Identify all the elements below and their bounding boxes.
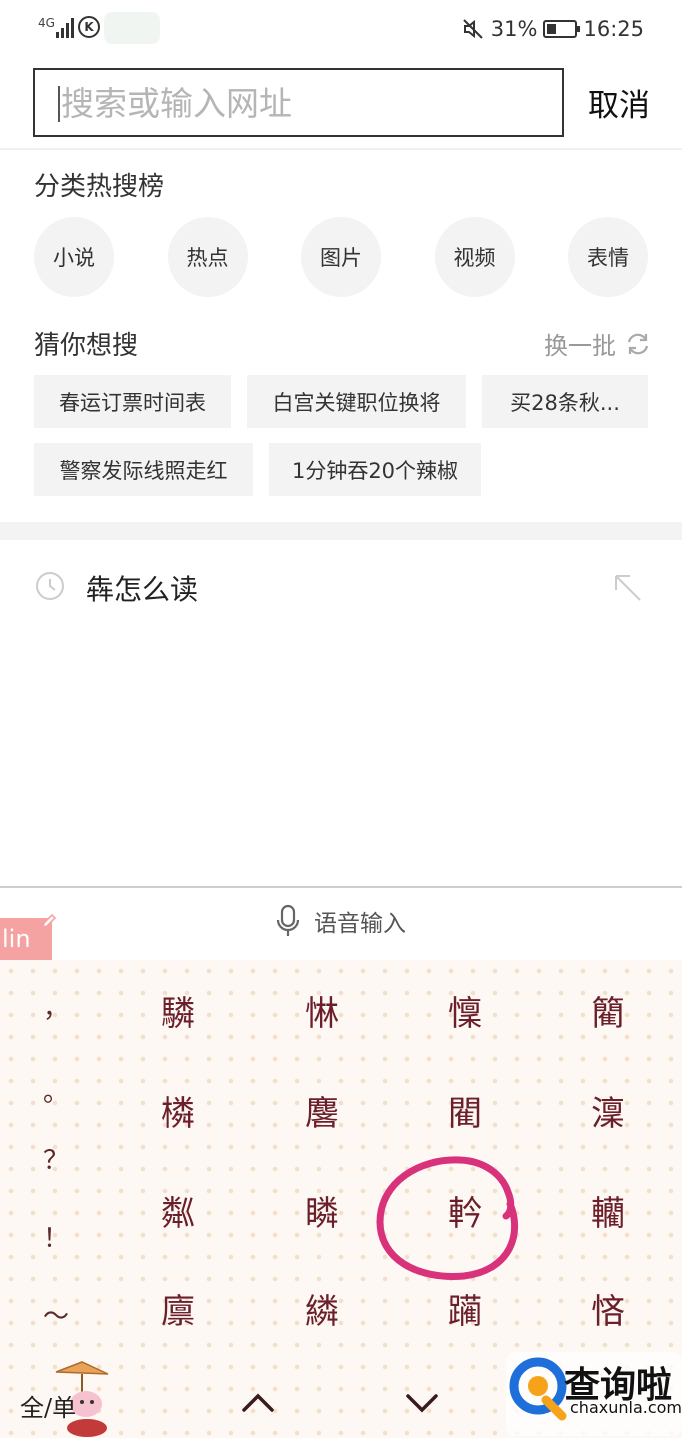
clock-icon xyxy=(36,572,64,600)
text-caret xyxy=(58,86,60,122)
refresh-label: 换一批 xyxy=(544,332,616,360)
suggestion-row-1: 春运订票时间表 白宫关键职位换将 买28条秋... xyxy=(34,375,648,428)
search-box[interactable] xyxy=(33,68,564,137)
chevron-up-icon[interactable] xyxy=(238,1388,278,1418)
watermark-url: chaxunla.com xyxy=(570,1398,682,1417)
status-right: 31% 16:25 xyxy=(461,14,644,44)
network-label: 4G xyxy=(38,16,55,30)
candidate-char[interactable]: 懍 xyxy=(425,986,505,1035)
suggestion-chip[interactable]: 白宫关键职位换将 xyxy=(247,375,466,428)
suggestion-chip[interactable]: 1分钟吞20个辣椒 xyxy=(269,443,481,496)
clock-time: 16:25 xyxy=(583,17,644,41)
highlight-circle-annotation xyxy=(376,1156,519,1280)
category-video[interactable]: 视频 xyxy=(434,217,515,297)
candidate-char[interactable]: 麐 xyxy=(282,1086,362,1135)
pencil-icon[interactable] xyxy=(40,912,58,930)
section-divider xyxy=(0,522,682,540)
punctuation-key[interactable]: ？ xyxy=(40,1140,72,1177)
microphone-icon xyxy=(276,904,300,936)
candidate-char[interactable]: 閵 xyxy=(425,1086,505,1135)
candidate-char[interactable]: 橉 xyxy=(138,1086,218,1135)
battery-icon xyxy=(543,20,581,38)
punctuation-key[interactable]: ～ xyxy=(40,1296,72,1333)
candidate-char[interactable]: 繗 xyxy=(282,1284,362,1333)
fill-arrow-icon[interactable] xyxy=(612,572,644,604)
chevron-down-icon[interactable] xyxy=(402,1388,442,1418)
mute-icon xyxy=(463,19,483,39)
candidate-char[interactable]: 轥 xyxy=(568,1186,648,1235)
suggestion-chip[interactable]: 警察发际线照走红 xyxy=(34,443,253,496)
refresh-button[interactable]: 换一批 xyxy=(544,326,652,361)
app-notification-icon: K xyxy=(78,16,100,38)
status-bar: 4G K 31% 16:25 xyxy=(0,0,682,58)
category-list: 小说 热点 图片 视频 表情 xyxy=(34,217,648,297)
candidate-char[interactable]: 驎 xyxy=(138,986,218,1035)
candidate-char[interactable]: 躏 xyxy=(425,1284,505,1333)
punctuation-key[interactable]: ， xyxy=(40,988,72,1025)
category-hot[interactable]: 热点 xyxy=(167,217,248,297)
candidate-char[interactable]: 澟 xyxy=(568,1086,648,1135)
candidate-char[interactable]: 粼 xyxy=(138,1186,218,1235)
voice-input-button[interactable]: 语音输入 xyxy=(0,904,682,938)
suggestion-chip[interactable]: 买28条秋... xyxy=(482,375,648,428)
category-image[interactable]: 图片 xyxy=(301,217,381,297)
punctuation-key[interactable]: ！ xyxy=(40,1218,72,1255)
suggestion-chip[interactable]: 春运订票时间表 xyxy=(34,375,231,428)
signal-icon xyxy=(56,16,74,38)
voice-input-label: 语音输入 xyxy=(314,911,406,937)
candidate-char[interactable]: 廪 xyxy=(138,1284,218,1333)
guess-title: 猜你想搜 xyxy=(34,331,139,361)
cancel-button[interactable]: 取消 xyxy=(588,80,650,125)
punctuation-key[interactable]: 。 xyxy=(40,1072,72,1109)
candidate-char[interactable]: 瞵 xyxy=(282,1186,362,1235)
suggestion-row-2: 警察发际线照走红 1分钟吞20个辣椒 xyxy=(34,443,648,496)
candidate-char[interactable]: 䉮 xyxy=(568,986,648,1035)
category-title: 分类热搜榜 xyxy=(34,172,165,202)
history-text: 犇怎么读 xyxy=(86,573,199,606)
battery-fill xyxy=(547,24,556,34)
category-novel[interactable]: 小说 xyxy=(34,217,114,297)
refresh-icon xyxy=(627,333,649,354)
candidate-char[interactable]: 惏 xyxy=(282,986,362,1035)
battery-percent: 31% xyxy=(490,17,538,41)
candidate-char[interactable]: 悋 xyxy=(568,1284,648,1333)
search-input[interactable] xyxy=(61,80,551,126)
history-item[interactable]: 犇怎么读 xyxy=(0,552,682,624)
blurred-notification-icon xyxy=(104,12,160,44)
category-emoji[interactable]: 表情 xyxy=(568,217,648,297)
divider xyxy=(0,148,682,150)
full-half-width-toggle[interactable]: 全/单 xyxy=(20,1388,76,1423)
